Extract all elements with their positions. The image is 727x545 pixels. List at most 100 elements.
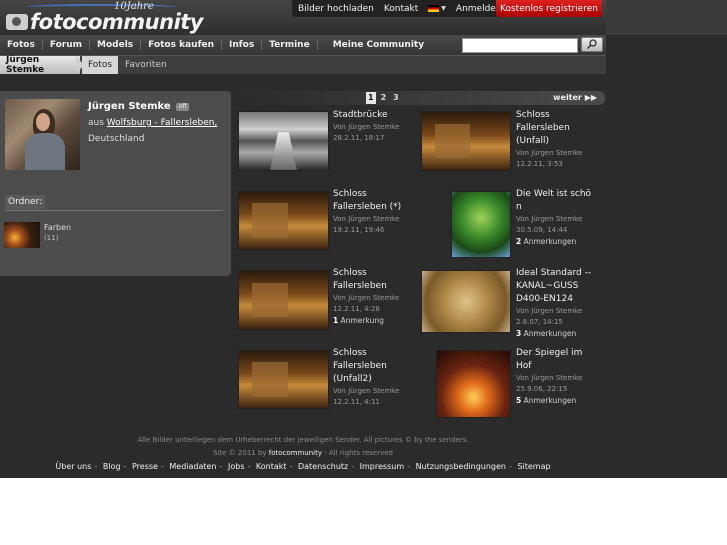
photo-meta: Von Jürgen Stemke 19.2.11, 19:46: [333, 214, 399, 236]
footer-brand-link[interactable]: fotocommunity: [269, 449, 322, 457]
photo-title[interactable]: Die Welt ist schö n: [516, 188, 591, 214]
photo-title-line: Fallersleben: [516, 123, 570, 133]
photo-author: Von Jürgen Stemke: [516, 149, 583, 157]
header: 10Jahre fotocommunity Bilder hochladen K…: [0, 0, 727, 35]
footer-link-presse[interactable]: Presse: [132, 462, 158, 471]
footer-links: Über uns - Blog - Presse - Mediadaten - Jobs…: [0, 460, 606, 474]
footer-link-jobs[interactable]: Jobs: [228, 462, 245, 471]
photo-thumbnail[interactable]: [238, 111, 329, 171]
photo-thumbnail[interactable]: [238, 191, 329, 250]
photo-thumbnail[interactable]: [436, 350, 511, 418]
photo-author: Von Jürgen Stemke: [516, 307, 583, 315]
footer-link-kontakt[interactable]: Kontakt: [256, 462, 287, 471]
photo-author: Von Jürgen Stemke: [333, 294, 400, 302]
nav-models[interactable]: Models: [90, 40, 142, 50]
search-input[interactable]: [462, 38, 578, 53]
photo-meta: Von Jürgen Stemke 12.2.11, 4:11: [333, 386, 399, 408]
photo-title[interactable]: Ideal Standard -- KANAL~GUSS D400-EN124: [516, 267, 591, 306]
nav-forum[interactable]: Forum: [43, 40, 91, 50]
photo-remarks[interactable]: 3 Anmerkungen: [516, 328, 576, 339]
next-label: weiter: [553, 93, 582, 102]
language-selector[interactable]: ▼: [428, 5, 446, 12]
tab-favoriten[interactable]: Favoriten: [125, 56, 167, 74]
separator: -: [407, 462, 411, 471]
photo-meta: Von Jürgen Stemke 25.9.06, 22:15: [516, 373, 582, 395]
location-link[interactable]: Wolfsburg - Fallersleben,: [107, 118, 218, 128]
upload-link[interactable]: Bilder hochladen: [298, 4, 374, 14]
footer-link-ueber-uns[interactable]: Über uns: [55, 462, 91, 471]
photo-thumbnail[interactable]: [238, 270, 329, 330]
photo-thumbnail[interactable]: [421, 111, 511, 171]
status-badge: off: [175, 102, 190, 111]
top-links: Bilder hochladen Kontakt ▼ Anmelden: [292, 0, 508, 17]
contact-link[interactable]: Kontakt: [384, 4, 418, 14]
profile-country: Deutschland: [88, 134, 145, 144]
breadcrumb-user[interactable]: Jürgen Stemke: [0, 55, 80, 75]
register-button[interactable]: Kostenlos registrieren: [496, 0, 602, 17]
footer-link-datenschutz[interactable]: Datenschutz: [298, 462, 348, 471]
photo-author: Von Jürgen Stemke: [516, 374, 583, 382]
photo-date: 12.2.11, 4:11: [333, 398, 380, 406]
photo-meta: Von Jürgen Stemke 12.2.11, 4:28: [333, 293, 399, 315]
remarks-count: 3: [516, 329, 522, 338]
photo-thumbnail[interactable]: [451, 191, 511, 258]
footer-link-mediadaten[interactable]: Mediadaten: [169, 462, 216, 471]
nav-infos[interactable]: Infos: [222, 40, 263, 50]
photo-thumbnail[interactable]: [238, 350, 329, 409]
camera-icon: [6, 14, 28, 30]
breadcrumb: Jürgen Stemke Fotos Favoriten: [0, 55, 606, 75]
nav-fotos[interactable]: Fotos: [0, 40, 43, 50]
photo-title-line: n: [516, 202, 522, 212]
footer-link-blog[interactable]: Blog: [103, 462, 121, 471]
photo-title-line: Schloss: [516, 110, 550, 120]
separator: -: [247, 462, 251, 471]
profile-name[interactable]: Jürgen Stemke: [88, 101, 171, 112]
search-icon: [586, 39, 597, 50]
photo-date: 19.2.11, 19:46: [333, 226, 385, 234]
nav-meine-community[interactable]: Meine Community: [326, 40, 431, 50]
photo-title-line: KANAL~GUSS: [516, 281, 579, 291]
photo-title[interactable]: Stadtbrücke: [333, 109, 388, 122]
avatar[interactable]: [5, 99, 80, 170]
footer-link-impressum[interactable]: Impressum: [360, 462, 404, 471]
nav-termine[interactable]: Termine: [262, 40, 318, 50]
photo-thumbnail[interactable]: [421, 270, 511, 333]
profile-name-row: Jürgen Stemke off: [88, 101, 190, 112]
login-link[interactable]: Anmelden: [456, 4, 502, 14]
pagination: 1 2 3 weiter ▶▶: [236, 91, 605, 105]
photo-date: 30.5.09, 14:44: [516, 226, 568, 234]
search-button[interactable]: [581, 37, 603, 52]
page-2[interactable]: 2: [379, 92, 389, 104]
photo-title[interactable]: Der Spiegel im Hof: [516, 347, 582, 373]
folder-name[interactable]: Farben: [44, 223, 71, 232]
photo-title-line: Hof: [516, 361, 532, 371]
fotocommunity-logo[interactable]: 10Jahre fotocommunity: [6, 1, 204, 34]
profile-location: aus Wolfsburg - Fallersleben,: [88, 118, 217, 128]
separator: -: [289, 462, 293, 471]
photo-title[interactable]: Schloss Fallersleben (Unfall2): [333, 347, 387, 386]
photo-remarks[interactable]: 5 Anmerkungen: [516, 395, 576, 406]
photo-date: 12.2.11, 4:28: [333, 305, 380, 313]
photo-meta: Von Jürgen Stemke 12.2.11, 3:53: [516, 148, 582, 170]
nav-fotos-kaufen[interactable]: Fotos kaufen: [141, 40, 222, 50]
page-1[interactable]: 1: [366, 92, 376, 104]
logo-brand: fotocommunity: [30, 10, 204, 34]
page-3[interactable]: 3: [391, 92, 401, 104]
photo-meta: Von Jürgen Stemke 28.2.11, 18:17: [333, 122, 399, 144]
photo-title[interactable]: Schloss Fallersleben (*): [333, 188, 401, 214]
photo-date: 25.9.06, 22:15: [516, 385, 568, 393]
photo-title[interactable]: Schloss Fallersleben (Unfall): [516, 109, 570, 148]
footer-link-nutzungsbedingungen[interactable]: Nutzungsbedingungen: [416, 462, 506, 471]
photo-date: 28.2.11, 18:17: [333, 134, 385, 142]
profile-panel: Jürgen Stemke off aus Wolfsburg - Faller…: [0, 91, 231, 276]
next-page-link[interactable]: weiter ▶▶: [553, 92, 597, 104]
location-prefix: aus: [88, 118, 104, 128]
folder-thumbnail[interactable]: [4, 222, 40, 248]
photo-title[interactable]: Schloss Fallersleben: [333, 267, 387, 293]
avatar-face: [36, 113, 50, 131]
photo-remarks[interactable]: 2 Anmerkungen: [516, 236, 576, 247]
photo-remarks[interactable]: 1 Anmerkung: [333, 315, 384, 326]
tab-fotos[interactable]: Fotos: [82, 56, 118, 74]
footer-link-sitemap[interactable]: Sitemap: [517, 462, 550, 471]
photo-meta: Von Jürgen Stemke 30.5.09, 14:44: [516, 214, 582, 236]
